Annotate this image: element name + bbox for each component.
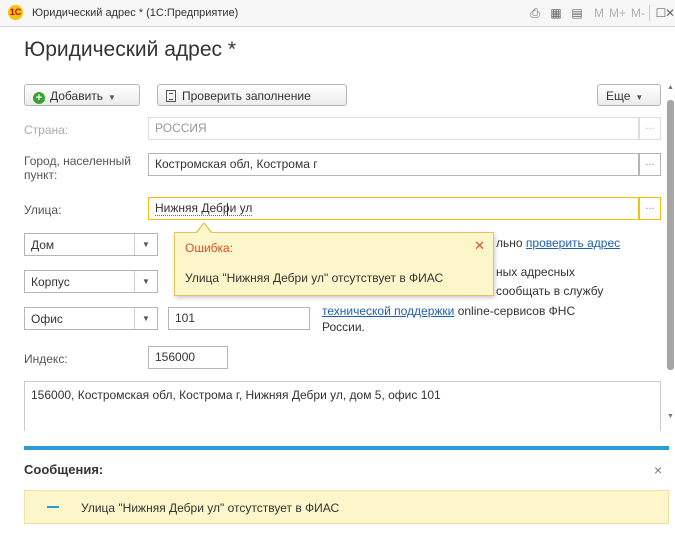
error-text: Улица "Нижняя Дебри ул" отсутствует в ФИ… (185, 271, 444, 285)
message-item[interactable]: Улица "Нижняя Дебри ул" отсутствует в ФИ… (24, 490, 669, 524)
city-select-button[interactable]: ... (639, 153, 661, 176)
country-select-button: ... (639, 117, 661, 140)
hint-line3: сообщать в службу (496, 284, 604, 298)
dash-icon (47, 506, 59, 508)
close-window-icon[interactable]: ✕ (665, 5, 675, 21)
office-type-value: Офис (31, 312, 63, 326)
chevron-down-icon: ▼ (134, 234, 157, 255)
chevron-down-icon: ▼ (134, 271, 157, 292)
error-title: Ошибка: (185, 241, 234, 255)
memory-m-button[interactable]: M (594, 6, 604, 20)
street-field-value: Нижняя Дебри ул (155, 201, 253, 216)
city-field[interactable]: Костромская обл, Кострома г (148, 153, 639, 176)
scrollbar-thumb[interactable] (667, 100, 674, 370)
hint-line2: ных адресных (496, 265, 575, 279)
address-presentation-field[interactable]: 156000, Костромская обл, Кострома г, Ниж… (24, 381, 661, 431)
app-logo-icon: 1С (8, 5, 23, 20)
house-type-value: Дом (31, 238, 55, 252)
text-cursor (227, 203, 228, 217)
plus-icon: + (33, 92, 45, 104)
chevron-down-icon: ▼ (108, 93, 116, 102)
building-type-value: Корпус (31, 275, 70, 289)
hint-line5: России. (322, 320, 365, 334)
more-button-label: Еще (606, 89, 631, 103)
scroll-up-icon[interactable]: ▲ (667, 84, 674, 91)
city-label: Город, населенный пункт: (24, 154, 131, 182)
page-title: Юридический адрес * (24, 38, 237, 61)
table-icon[interactable]: ▦ (548, 5, 564, 21)
add-button-label: Добавить (50, 89, 104, 103)
memory-mminus-button[interactable]: M- (631, 6, 645, 20)
scroll-down-icon[interactable]: ▼ (667, 413, 674, 420)
index-label: Индекс: (24, 352, 68, 366)
add-button[interactable]: + Добавить ▼ (24, 84, 140, 106)
house-type-select[interactable]: Дом ▼ (24, 233, 158, 256)
calendar-icon[interactable]: ▤ (569, 5, 585, 21)
messages-header: Сообщения: (24, 462, 104, 477)
street-select-button[interactable]: ... (639, 197, 661, 220)
check-address-link[interactable]: проверить адрес (526, 236, 620, 250)
close-icon[interactable]: ✕ (474, 238, 485, 254)
check-fill-button[interactable]: Проверить заполнение (157, 84, 347, 106)
chevron-down-icon: ▼ (635, 93, 644, 102)
country-label: Страна: (24, 123, 69, 137)
close-icon[interactable]: × (654, 462, 662, 478)
window-title: Юридический адрес * (1С:Предприятие) (32, 7, 239, 19)
street-field[interactable]: Нижняя Дебри ул (148, 197, 639, 220)
titlebar-separator (649, 5, 650, 21)
check-fill-label: Проверить заполнение (182, 89, 311, 103)
more-button[interactable]: Еще ▼ (597, 84, 661, 106)
hint-line1: льно проверить адрес (496, 236, 621, 250)
message-text: Улица "Нижняя Дебри ул" отсутствует в ФИ… (81, 501, 340, 515)
index-field[interactable]: 156000 (148, 346, 228, 369)
street-label: Улица: (24, 203, 62, 217)
document-check-icon (166, 90, 176, 102)
chevron-down-icon: ▼ (134, 308, 157, 329)
building-type-select[interactable]: Корпус ▼ (24, 270, 158, 293)
office-type-select[interactable]: Офис ▼ (24, 307, 158, 330)
hint-line4: технической поддержки online-сервисов ФН… (322, 304, 576, 318)
country-field: РОССИЯ (148, 117, 639, 140)
memory-mplus-button[interactable]: M+ (609, 6, 626, 20)
office-number-field[interactable]: 101 (168, 307, 310, 330)
tech-support-link[interactable]: технической поддержки (322, 304, 454, 318)
panel-splitter[interactable] (24, 446, 669, 450)
error-popup: Ошибка: ✕ Улица "Нижняя Дебри ул" отсутс… (174, 232, 494, 296)
error-popup-tail-fill (197, 224, 211, 233)
print-icon[interactable]: ⎙ (527, 5, 543, 21)
